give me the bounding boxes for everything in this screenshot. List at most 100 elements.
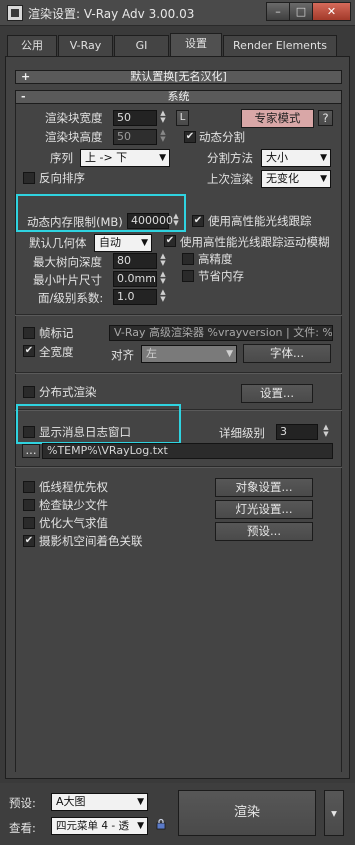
sequence-value: 上 -> 下 xyxy=(85,151,128,164)
dynamic-memory-input[interactable]: 400000 xyxy=(127,213,173,229)
min-leaf-size-label: 最小叶片尺寸 xyxy=(33,273,102,287)
light-settings-button[interactable]: 灯光设置... xyxy=(215,500,313,519)
view-label: 查看: xyxy=(9,821,36,835)
rollout-default-replace[interactable]: + 默认置换[无名汉化] xyxy=(15,70,342,84)
preset-value: A大图 xyxy=(56,795,86,808)
optimize-atmo-label: 优化大气求值 xyxy=(39,516,108,530)
spinner-arrows-icon[interactable]: ▲ ▼ xyxy=(158,253,168,269)
frame-stamp-checkbox[interactable] xyxy=(23,327,35,339)
frame-stamp-label: 帧标记 xyxy=(39,326,74,340)
dynamic-memory-label: 动态内存限制(MB) xyxy=(27,215,123,229)
view-dropdown[interactable]: 四元菜单 4 - 透 ▼ xyxy=(51,817,148,835)
frame-stamp-text-field[interactable]: V-Ray 高级渲染器 %vrayversion | 文件: %f xyxy=(109,325,333,341)
chevron-down-icon: ▼ xyxy=(159,153,166,163)
save-memory-checkbox[interactable] xyxy=(182,270,194,282)
default-geometry-dropdown[interactable]: 自动 ▼ xyxy=(94,234,152,252)
split-method-label: 分割方法 xyxy=(207,151,253,165)
object-settings-button[interactable]: 对象设置... xyxy=(215,478,313,497)
minimize-button[interactable]: – xyxy=(266,2,290,21)
max-tree-depth-input[interactable]: 80 xyxy=(113,253,157,269)
view-value: 四元菜单 4 - 透 xyxy=(56,820,129,832)
lock-icon[interactable] xyxy=(155,818,167,830)
bucket-height-label: 渲染块高度 xyxy=(45,130,103,144)
help-button[interactable]: ? xyxy=(318,110,333,126)
chevron-down-icon: ▼ xyxy=(137,821,144,831)
use-embree-motion-checkbox[interactable]: ✔ xyxy=(164,235,176,247)
show-log-checkbox[interactable] xyxy=(23,426,35,438)
verbose-level-input[interactable]: 3 xyxy=(276,424,318,440)
split-method-dropdown[interactable]: 大小 ▼ xyxy=(261,149,331,167)
last-render-value: 无变化 xyxy=(266,172,299,185)
high-precision-checkbox[interactable] xyxy=(182,253,194,265)
lock-button[interactable]: L xyxy=(176,110,189,126)
bucket-width-label: 渲染块宽度 xyxy=(45,111,103,125)
reverse-order-label: 反向排序 xyxy=(39,171,85,185)
render-options-arrow[interactable]: ▾ xyxy=(324,790,344,836)
sequence-dropdown[interactable]: 上 -> 下 ▼ xyxy=(80,149,170,167)
chevron-down-icon: ▼ xyxy=(137,797,144,807)
render-button[interactable]: 渲染 xyxy=(178,790,316,836)
spinner-arrows-icon[interactable]: ▲ ▼ xyxy=(158,110,168,126)
tab-gi[interactable]: GI xyxy=(114,35,169,56)
tab-settings[interactable]: 设置 xyxy=(170,33,222,57)
distributed-render-checkbox[interactable] xyxy=(23,386,35,398)
face-level-coef-label: 面/级别系数: xyxy=(38,291,104,305)
distributed-render-label: 分布式渲染 xyxy=(39,385,97,399)
low-thread-priority-label: 低线程优先权 xyxy=(39,480,108,494)
reverse-order-checkbox[interactable] xyxy=(23,172,35,184)
tab-vray[interactable]: V-Ray xyxy=(58,35,113,56)
full-width-label: 全宽度 xyxy=(39,345,74,359)
camera-space-shading-checkbox[interactable]: ✔ xyxy=(23,535,35,547)
align-value: 左 xyxy=(146,347,157,360)
maximize-button[interactable]: □ xyxy=(289,2,313,21)
font-button[interactable]: 字体... xyxy=(243,344,331,363)
distributed-settings-button[interactable]: 设置... xyxy=(241,384,313,403)
last-render-label: 上次渲染 xyxy=(207,172,253,186)
check-missing-files-checkbox[interactable] xyxy=(23,499,35,511)
tab-common[interactable]: 公用 xyxy=(7,35,57,56)
bucket-height-input[interactable]: 50 xyxy=(113,129,157,145)
spinner-arrows-icon[interactable]: ▲ ▼ xyxy=(321,424,331,440)
optimize-atmo-checkbox[interactable] xyxy=(23,517,35,529)
last-render-dropdown[interactable]: 无变化 ▼ xyxy=(261,170,331,188)
use-embree-label: 使用高性能光线跟踪 xyxy=(208,214,312,228)
high-precision-label: 高精度 xyxy=(198,252,233,266)
verbose-level-label: 详细级别 xyxy=(219,426,265,440)
close-button[interactable]: ✕ xyxy=(312,2,351,21)
tab-render-elements[interactable]: Render Elements xyxy=(223,35,337,56)
expert-mode-button[interactable]: 专家模式 xyxy=(241,109,314,128)
chevron-down-icon: ▼ xyxy=(320,174,327,184)
chevron-down-icon: ▼ xyxy=(226,349,233,359)
dynamic-split-label: 动态分割 xyxy=(199,130,245,144)
full-width-checkbox[interactable]: ✔ xyxy=(23,345,35,357)
title-bar: 渲染设置: V-Ray Adv 3.00.03 – □ ✕ xyxy=(0,0,355,26)
save-memory-label: 节省内存 xyxy=(198,269,244,283)
check-missing-files-label: 检查缺少文件 xyxy=(39,498,108,512)
min-leaf-size-input[interactable]: 0.0mm xyxy=(113,271,157,287)
use-embree-checkbox[interactable]: ✔ xyxy=(192,215,204,227)
chevron-down-icon: ▼ xyxy=(320,153,327,163)
bucket-width-input[interactable]: 50 xyxy=(113,110,157,126)
preset-dropdown[interactable]: A大图 ▼ xyxy=(51,793,148,811)
chevron-down-icon: ▼ xyxy=(141,238,148,248)
align-dropdown[interactable]: 左 ▼ xyxy=(141,345,237,363)
log-path-field[interactable]: %TEMP%\VRayLog.txt xyxy=(42,443,333,459)
show-log-label: 显示消息日志窗口 xyxy=(39,425,131,439)
low-thread-priority-checkbox[interactable] xyxy=(23,481,35,493)
face-level-coef-input[interactable]: 1.0 xyxy=(113,289,157,305)
window-title: 渲染设置: V-Ray Adv 3.00.03 xyxy=(28,7,195,21)
log-browse-button[interactable]: ... xyxy=(22,444,40,458)
spinner-arrows-icon[interactable]: ▲ ▼ xyxy=(171,213,181,229)
dynamic-split-checkbox[interactable]: ✔ xyxy=(184,131,196,143)
app-icon xyxy=(7,5,23,21)
rollout-title: 系统 xyxy=(167,90,190,103)
spinner-arrows-icon[interactable]: ▲ ▼ xyxy=(158,129,168,145)
rollout-system[interactable]: - 系统 xyxy=(15,90,342,104)
default-geometry-value: 自动 xyxy=(99,236,121,249)
preset-label: 预设: xyxy=(9,796,36,810)
spinner-arrows-icon[interactable]: ▲ ▼ xyxy=(158,271,168,287)
spinner-arrows-icon[interactable]: ▲ ▼ xyxy=(158,289,168,305)
sequence-label: 序列 xyxy=(50,151,73,165)
presets-button[interactable]: 预设... xyxy=(215,522,313,541)
camera-space-shading-label: 摄影机空间着色关联 xyxy=(39,534,143,548)
